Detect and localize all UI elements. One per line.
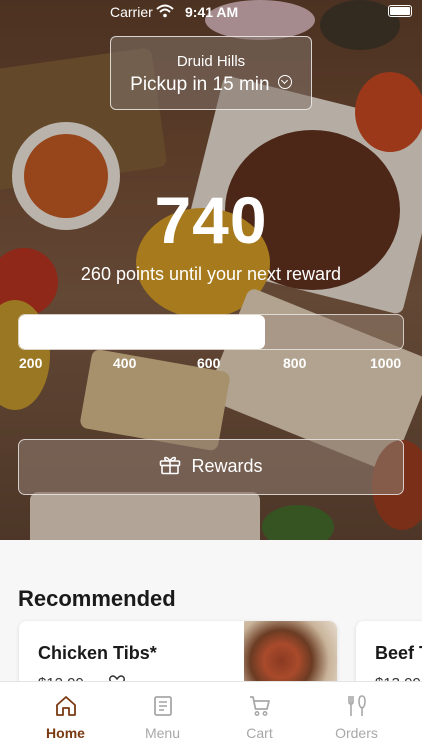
home-icon	[56, 696, 76, 716]
cart-icon	[250, 696, 270, 716]
progress-tick-200: 200	[19, 355, 43, 371]
tab-cart[interactable]: Cart	[211, 682, 308, 750]
rewards-progress-bar	[18, 314, 404, 350]
progress-tick-800: 800	[283, 355, 307, 371]
progress-tick-400: 400	[113, 355, 137, 371]
wifi-icon	[156, 4, 174, 18]
status-bar: Carrier 9:41 AM	[0, 0, 422, 26]
rewards-button-label: Rewards	[191, 456, 263, 476]
rewards-progress-fill	[19, 315, 265, 349]
points-caption: 260 points until your next reward	[80, 264, 342, 284]
chevron-down-icon	[277, 75, 292, 89]
tab-orders[interactable]: Orders	[308, 682, 405, 750]
progress-tick-600: 600	[197, 355, 221, 371]
rewards-button[interactable]: Rewards	[18, 439, 404, 495]
location-selector[interactable]: Druid Hills Pickup in 15 min	[110, 36, 312, 110]
tab-menu[interactable]: Menu	[114, 682, 211, 750]
tab-menu-label: Menu	[144, 725, 181, 741]
carrier-label: Carrier	[110, 4, 153, 20]
tab-bar: Home Menu Cart Orders	[0, 681, 422, 750]
tab-cart-label: Cart	[246, 725, 273, 741]
points-balance: 740	[154, 183, 268, 257]
menu-icon	[154, 696, 172, 716]
store-name: Druid Hills	[176, 53, 246, 70]
orders-icon	[348, 695, 366, 716]
gift-icon	[160, 456, 181, 475]
pickup-time: Pickup in 15 min	[111, 74, 311, 96]
card-title: Chicken Tibs*	[38, 643, 157, 663]
recommended-heading: Recommended	[18, 586, 176, 611]
clock-time: 9:41 AM	[185, 4, 239, 20]
pickup-time-label: Pickup in 15 min	[130, 74, 270, 95]
tab-home[interactable]: Home	[17, 682, 114, 750]
home-screen: Carrier 9:41 AM Druid Hills Pickup in 15…	[0, 0, 422, 750]
battery-icon	[388, 5, 412, 17]
card-title: Beef Tibs*	[375, 643, 422, 663]
progress-tick-1000: 1000	[370, 355, 402, 371]
tab-orders-label: Orders	[335, 725, 378, 741]
tab-home-label: Home	[46, 725, 85, 741]
